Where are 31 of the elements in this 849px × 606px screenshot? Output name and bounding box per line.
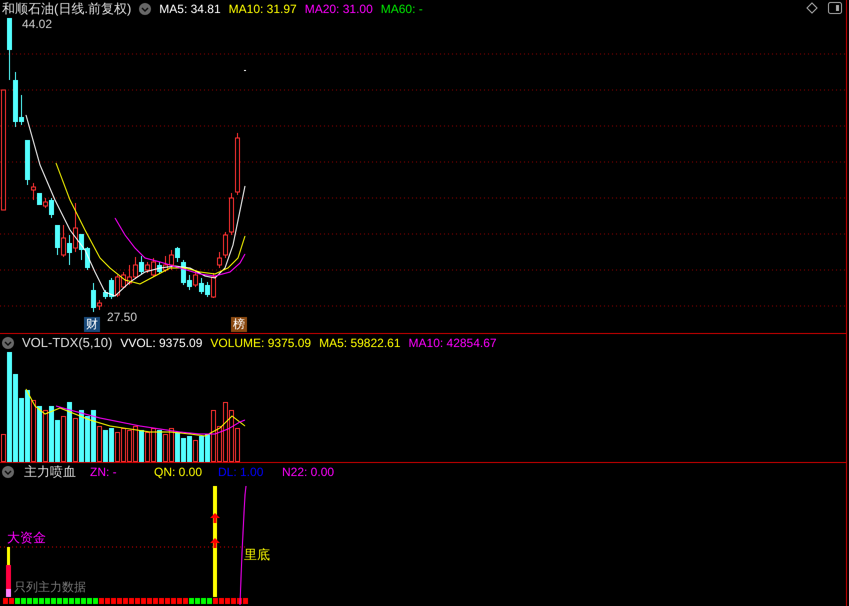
high-price-label: 44.02	[22, 17, 52, 31]
collapse-chevron-icon[interactable]	[2, 336, 14, 348]
indicator-value: N22: 0.00	[282, 464, 336, 478]
indicator-value: ZN: -	[90, 464, 118, 478]
indicator-value: MA20: 31.00	[304, 2, 373, 16]
indicator-value: VOLUME: 9375.09	[210, 336, 312, 350]
indicator-value: MA10: 42854.67	[408, 336, 497, 350]
indicator-value: MA10: 31.97	[228, 2, 297, 16]
panel-title: VOL-TDX(5,10)	[22, 335, 112, 350]
dot-mark	[244, 70, 246, 71]
chart-annotation: 大资金	[7, 529, 46, 547]
panel-title: 和顺石油(日线.前复权)	[2, 0, 132, 18]
up-arrow-icon	[210, 513, 220, 523]
panel-toggle-icon[interactable]	[828, 2, 842, 14]
low-price-label: 27.50	[107, 310, 138, 324]
collapse-chevron-icon[interactable]	[139, 2, 152, 14]
indicator-value: QN: 0.00	[154, 464, 204, 478]
chart-note: 只列主力数据	[14, 579, 86, 596]
collapse-chevron-icon[interactable]	[2, 466, 14, 478]
diamond-icon[interactable]	[806, 2, 818, 14]
indicator-value: MA60: -	[380, 2, 423, 16]
chart-annotation: 里底	[244, 546, 270, 564]
event-marker[interactable]: 财	[84, 317, 100, 332]
event-marker[interactable]: 榜	[231, 317, 247, 332]
indicator-value: MA5: 59822.61	[319, 336, 401, 350]
indicator-value: DL: 1.00	[218, 464, 264, 478]
panel-title: 主力喷血	[24, 462, 76, 480]
up-arrow-icon	[210, 538, 220, 548]
indicator-value: VVOL: 9375.09	[120, 336, 202, 350]
signal-column-drawing	[6, 547, 11, 597]
indicator-value: MA5: 34.81	[159, 2, 221, 16]
